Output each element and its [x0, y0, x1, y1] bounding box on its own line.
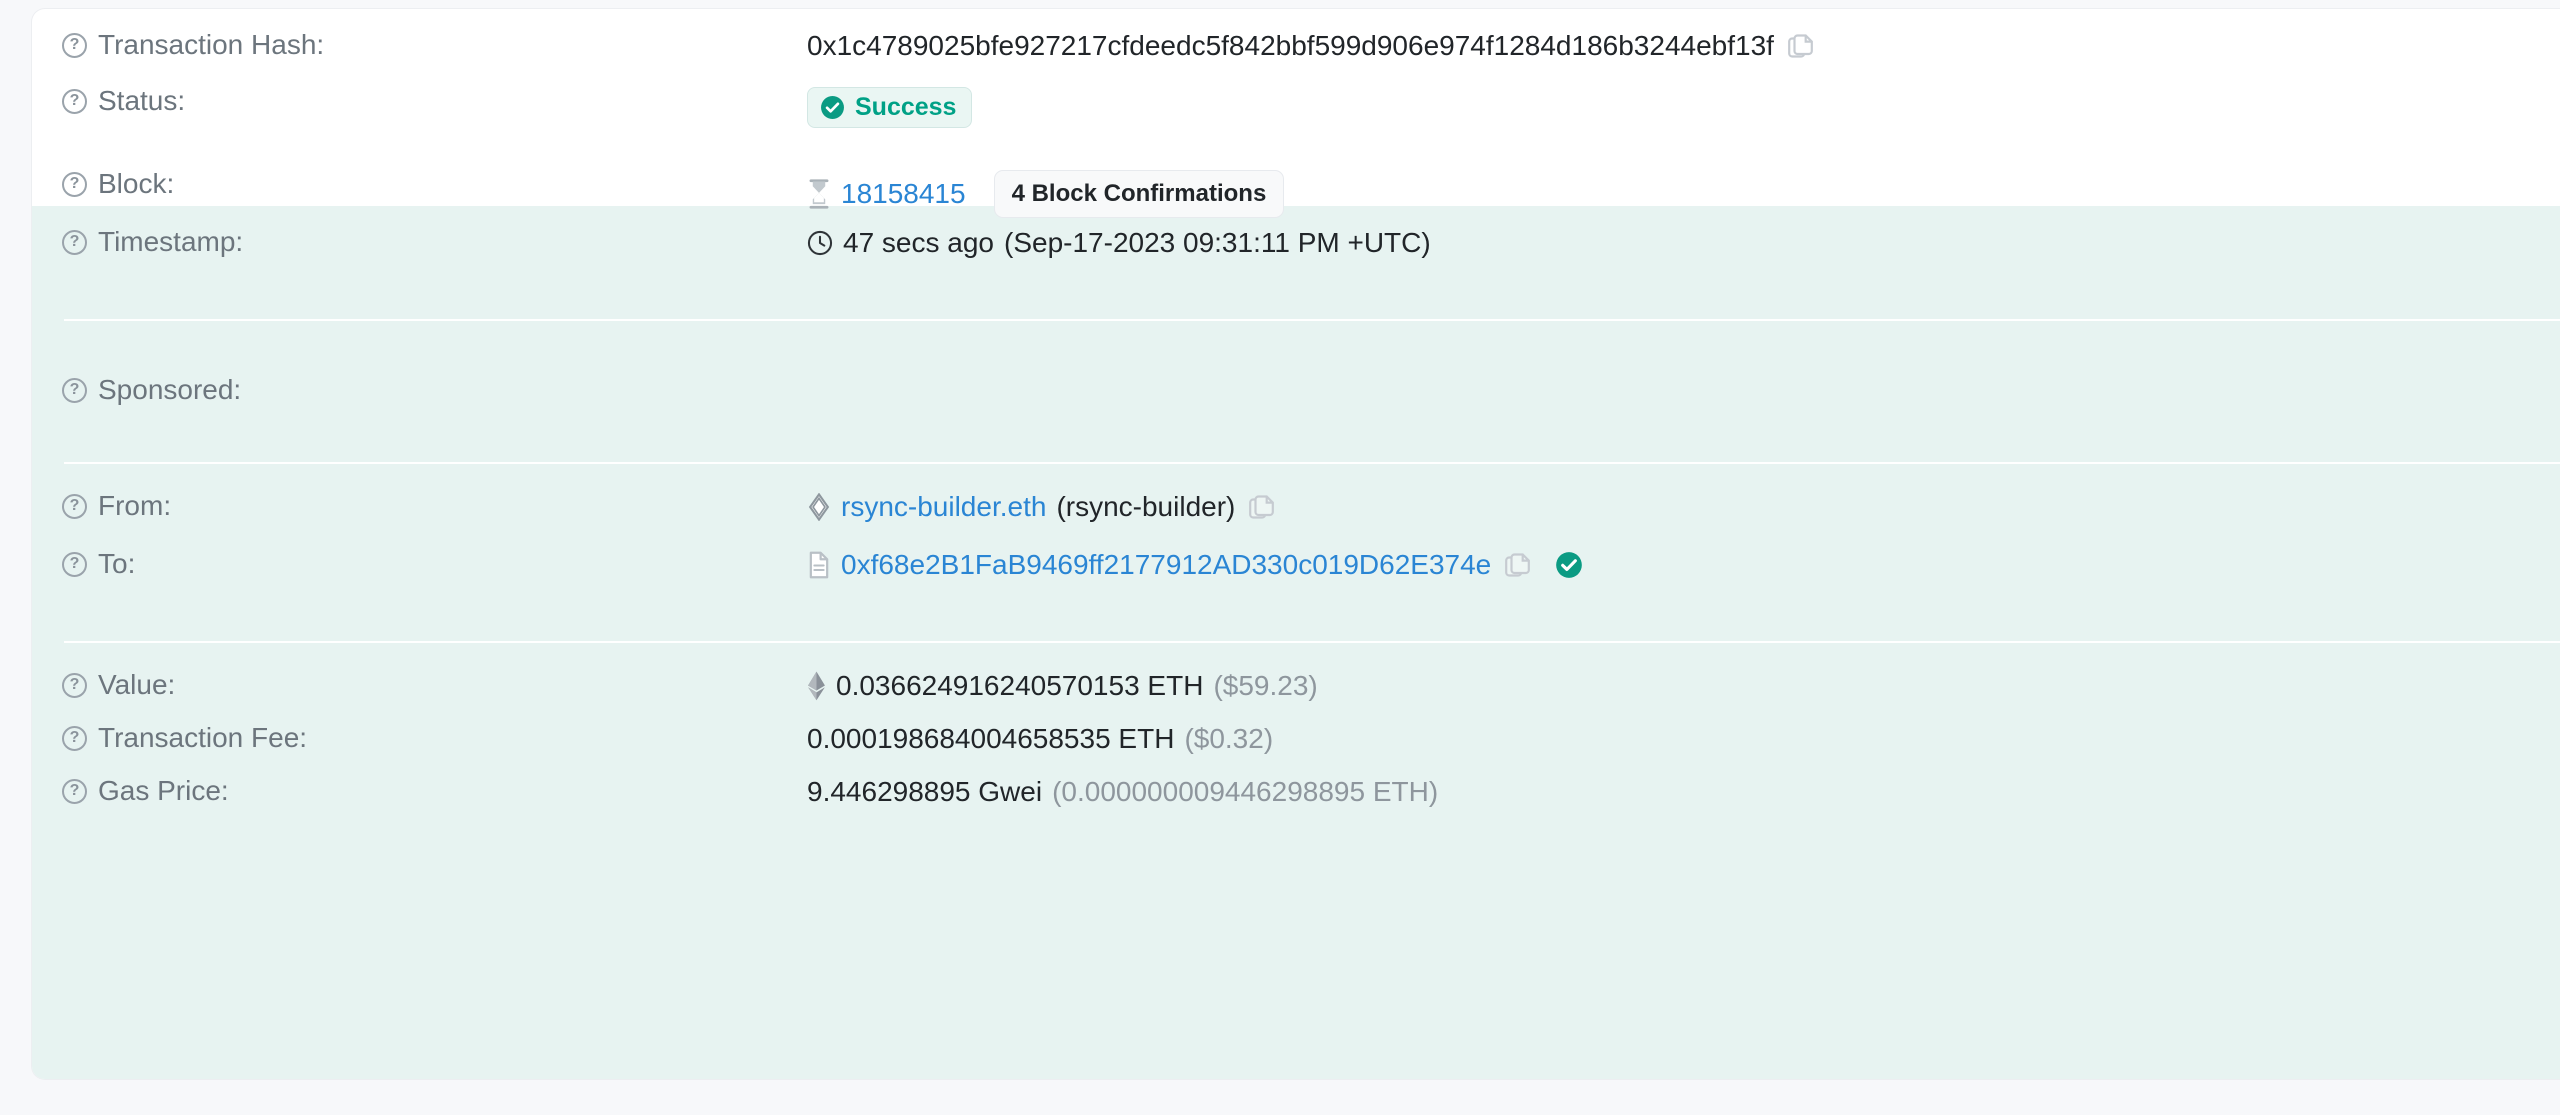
status-badge-label: Success [855, 93, 957, 121]
hourglass-icon [807, 179, 831, 209]
help-circle-icon[interactable]: ? [62, 725, 87, 751]
value-fiat: ($59.23) [1213, 670, 1318, 701]
label-text: Transaction Fee: [98, 722, 308, 753]
row-to: ? To: 0xf68e2B1FaB9469ff2177912AD330c019… [32, 549, 2560, 606]
label-transaction-fee: ? Transaction Fee: [32, 724, 807, 752]
label-block: ? Block: [32, 170, 807, 198]
check-circle-icon [820, 95, 845, 120]
value-transaction-fee: 0.000198684004658535 ETH ($0.32) [807, 723, 2560, 755]
row-value: ? Value: 0.036624916240570153 ETH ($59.2… [32, 670, 2560, 727]
timestamp-absolute: (Sep-17-2023 09:31:11 PM +UTC) [1004, 227, 1431, 258]
label-text: From: [98, 490, 172, 521]
label-value: ? Value: [32, 671, 807, 699]
value-amount: 0.036624916240570153 ETH ($59.23) [807, 670, 2560, 702]
copy-icon[interactable] [1788, 32, 1814, 60]
divider-after-sponsored [64, 462, 2560, 464]
gas-price-gwei: 9.446298895 Gwei [807, 776, 1043, 807]
label-from: ? From: [32, 492, 807, 520]
transaction-details-card: ? Transaction Hash: 0x1c4789025bfe927217… [31, 8, 2560, 1080]
value-timestamp: 47 secs ago (Sep-17-2023 09:31:11 PM +UT… [807, 227, 2560, 259]
help-circle-icon[interactable]: ? [62, 171, 87, 197]
ethereum-diamond-icon [807, 671, 826, 701]
block-number-link[interactable]: 18158415 [841, 178, 966, 210]
label-text: Timestamp: [98, 226, 244, 257]
clock-icon [807, 230, 833, 256]
label-status: ? Status: [32, 87, 807, 115]
label-text: To: [98, 548, 136, 579]
row-timestamp: ? Timestamp: 47 secs ago (Sep-17-2023 09… [32, 227, 2560, 284]
help-circle-icon[interactable]: ? [62, 377, 87, 403]
label-timestamp: ? Timestamp: [32, 228, 807, 256]
timestamp-relative: 47 secs ago [843, 227, 994, 258]
fee-eth: 0.000198684004658535 ETH [807, 723, 1175, 754]
divider-after-to [64, 641, 2560, 643]
gas-price-eth: (0.000000009446298895 ETH) [1052, 776, 1439, 807]
label-text: Transaction Hash: [98, 29, 325, 60]
row-gas-price: ? Gas Price: 9.446298895 Gwei (0.0000000… [32, 776, 2560, 833]
value-eth: 0.036624916240570153 ETH [836, 670, 1204, 701]
label-text: Status: [98, 85, 186, 116]
value-status: Success [807, 87, 2560, 128]
verified-check-icon[interactable] [1555, 551, 1583, 579]
block-confirmations-badge: 4 Block Confirmations [993, 170, 1285, 218]
help-circle-icon[interactable]: ? [62, 778, 87, 804]
label-gas-price: ? Gas Price: [32, 777, 807, 805]
to-address-link[interactable]: 0xf68e2B1FaB9469ff2177912AD330c019D62E37… [841, 549, 1491, 581]
from-alias: (rsync-builder) [1056, 491, 1236, 522]
label-text: Value: [98, 669, 176, 700]
label-sponsored: ? Sponsored: [32, 376, 807, 404]
detail-rows: ? Transaction Hash: 0x1c4789025bfe927217… [32, 30, 2560, 833]
label-to: ? To: [32, 550, 807, 578]
divider-after-timestamp [64, 319, 2560, 321]
transaction-hash-text: 0x1c4789025bfe927217cfdeedc5f842bbf599d9… [807, 30, 1774, 61]
value-gas-price: 9.446298895 Gwei (0.000000009446298895 E… [807, 776, 2560, 808]
value-transaction-hash: 0x1c4789025bfe927217cfdeedc5f842bbf599d9… [807, 30, 2560, 62]
help-circle-icon[interactable]: ? [62, 229, 87, 255]
copy-icon[interactable] [1249, 493, 1275, 521]
help-circle-icon[interactable]: ? [62, 493, 87, 519]
value-block: 18158415 4 Block Confirmations [807, 170, 2560, 218]
label-text: Block: [98, 168, 175, 199]
help-circle-icon[interactable]: ? [62, 672, 87, 698]
row-transaction-fee: ? Transaction Fee: 0.000198684004658535 … [32, 723, 2560, 780]
ens-diamond-icon [807, 493, 831, 522]
row-block: ? Block: 18158415 4 Block Confirmations [32, 170, 2560, 226]
row-transaction-hash: ? Transaction Hash: 0x1c4789025bfe927217… [32, 30, 2560, 87]
value-to: 0xf68e2B1FaB9469ff2177912AD330c019D62E37… [807, 549, 2560, 581]
contract-document-icon [807, 551, 831, 579]
status-badge: Success [807, 87, 973, 128]
transaction-details-page: ? Transaction Hash: 0x1c4789025bfe927217… [0, 0, 2560, 1115]
copy-icon[interactable] [1505, 551, 1531, 579]
fee-fiat: ($0.32) [1184, 723, 1274, 754]
label-text: Gas Price: [98, 775, 229, 806]
row-from: ? From: rsync-builder.eth (rsync-builder… [32, 491, 2560, 548]
row-sponsored: ? Sponsored: [32, 376, 2560, 432]
value-from: rsync-builder.eth (rsync-builder) [807, 491, 2560, 523]
help-circle-icon[interactable]: ? [62, 551, 87, 577]
label-transaction-hash: ? Transaction Hash: [32, 31, 807, 59]
from-name-link[interactable]: rsync-builder.eth [841, 491, 1046, 523]
help-circle-icon[interactable]: ? [62, 32, 87, 58]
help-circle-icon[interactable]: ? [62, 88, 87, 114]
label-text: Sponsored: [98, 374, 242, 405]
row-status: ? Status: Success [32, 87, 2560, 143]
